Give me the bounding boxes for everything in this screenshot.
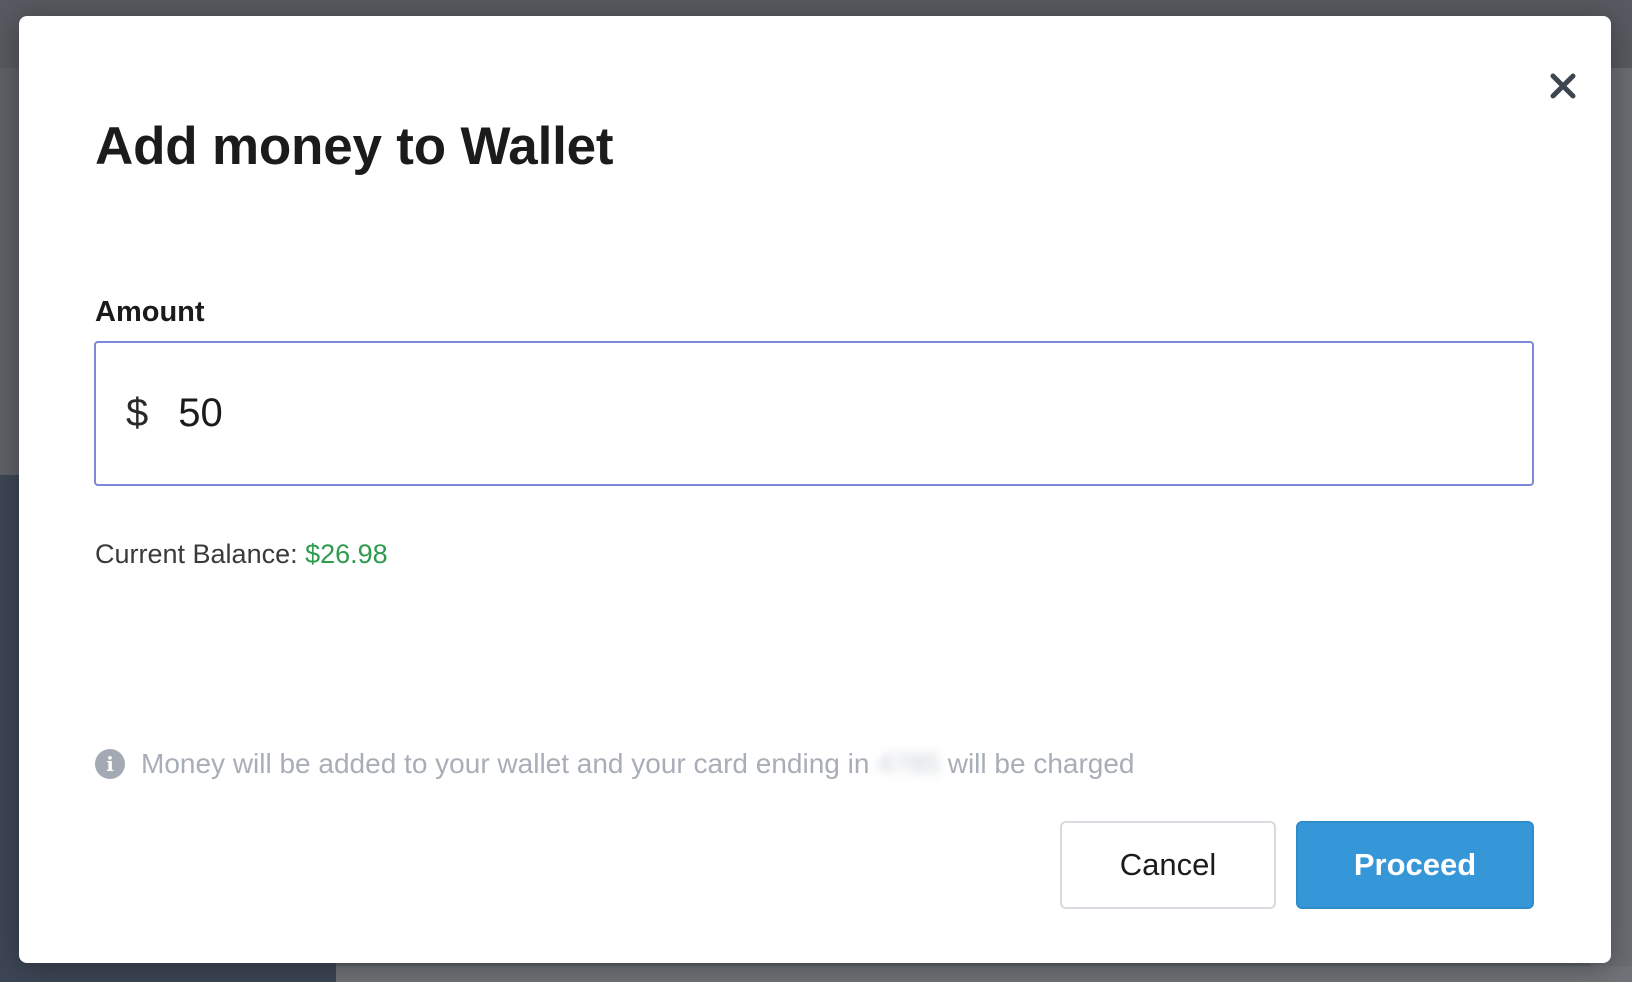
amount-field[interactable]: $ [94, 341, 1534, 486]
close-button[interactable] [1543, 66, 1583, 106]
current-balance: Current Balance: $26.98 [95, 539, 388, 570]
backdrop-footer [336, 966, 1632, 982]
proceed-button[interactable]: Proceed [1296, 821, 1534, 909]
info-text-after: will be charged [947, 748, 1135, 779]
currency-symbol: $ [126, 391, 149, 435]
amount-input[interactable] [178, 391, 1479, 436]
balance-amount: $26.98 [305, 539, 388, 569]
close-icon [1550, 73, 1576, 99]
balance-label: Current Balance: [95, 539, 306, 569]
info-icon: i [95, 749, 125, 779]
modal-title: Add money to Wallet [95, 117, 614, 176]
charge-info: i Money will be added to your wallet and… [95, 748, 1135, 780]
info-text-before: Money will be added to your wallet and y… [141, 748, 870, 779]
amount-label: Amount [95, 296, 205, 328]
card-last-digits: 4785 [877, 748, 940, 779]
cancel-button[interactable]: Cancel [1060, 821, 1276, 909]
add-money-modal: Add money to Wallet Amount $ Current Bal… [19, 16, 1611, 963]
